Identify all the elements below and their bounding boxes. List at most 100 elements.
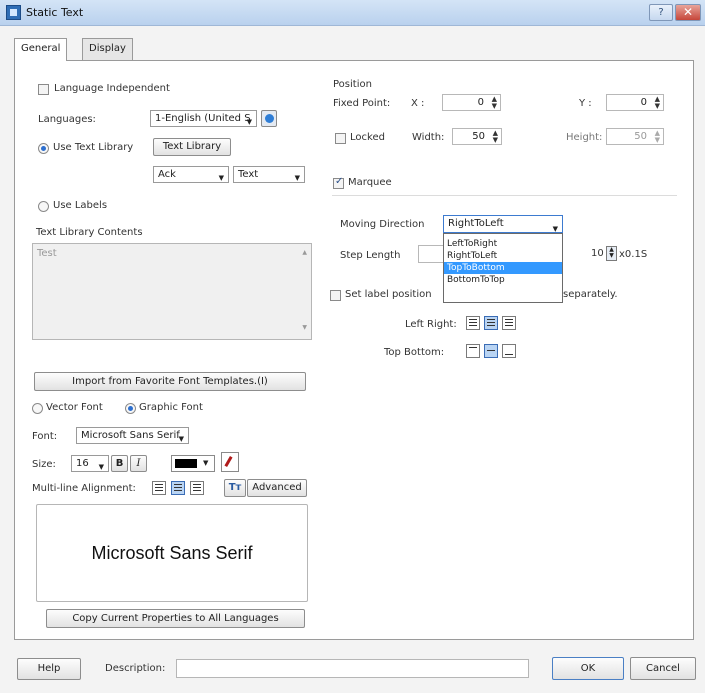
spin-arrows-icon[interactable]: ▲ ▼ bbox=[493, 130, 498, 144]
align-right-icon[interactable] bbox=[190, 481, 204, 495]
locked-checkbox[interactable] bbox=[335, 133, 346, 144]
direction-option-highlighted[interactable]: TopToBottom bbox=[444, 262, 562, 274]
graphic-font-label: Graphic Font bbox=[139, 402, 203, 413]
globe-button[interactable] bbox=[261, 110, 277, 127]
width-label: Width: bbox=[412, 132, 445, 143]
color-swatch bbox=[175, 459, 197, 468]
graphic-font-radio[interactable] bbox=[125, 403, 136, 414]
tab-display[interactable]: Display bbox=[82, 38, 133, 60]
direction-option[interactable]: LeftToRight bbox=[444, 238, 562, 250]
x-label: X : bbox=[411, 98, 425, 109]
align-center-icon[interactable] bbox=[171, 481, 185, 495]
top-bottom-label: Top Bottom: bbox=[384, 347, 445, 358]
tab-general[interactable]: General bbox=[14, 38, 68, 61]
chevron-down-icon: ▼ bbox=[246, 118, 252, 126]
color-pen-button[interactable] bbox=[221, 452, 239, 472]
text-library-button[interactable]: Text Library bbox=[153, 138, 231, 156]
moving-direction-label: Moving Direction bbox=[340, 219, 425, 230]
languages-label: Languages: bbox=[38, 114, 96, 125]
text-library-contents-box[interactable]: Test ▲ ▼ bbox=[32, 243, 312, 340]
x-spinbox[interactable]: 0 ▲ ▼ bbox=[442, 94, 501, 111]
text-library-contents-label: Text Library Contents bbox=[36, 227, 143, 238]
moving-direction-select[interactable]: RightToLeft ▼ bbox=[443, 215, 563, 233]
chevron-down-icon: ▼ bbox=[218, 174, 224, 182]
font-preview: Microsoft Sans Serif bbox=[36, 504, 308, 602]
vector-font-radio[interactable] bbox=[32, 403, 43, 414]
label-center-icon[interactable] bbox=[484, 316, 498, 330]
width-spinbox[interactable]: 50 ▲ ▼ bbox=[452, 128, 502, 145]
text-format-button[interactable]: Tт bbox=[224, 479, 246, 497]
advanced-button[interactable]: Advanced bbox=[247, 479, 307, 497]
align-left-icon[interactable] bbox=[152, 481, 166, 495]
library-combo-2-value: Text bbox=[238, 169, 259, 180]
moving-direction-value: RightToLeft bbox=[448, 218, 504, 229]
scroll-up-icon[interactable]: ▲ bbox=[302, 249, 307, 256]
marquee-label: Marquee bbox=[348, 177, 392, 188]
marquee-checkbox[interactable] bbox=[333, 176, 344, 189]
language-independent-checkbox[interactable] bbox=[38, 84, 49, 95]
description-input[interactable] bbox=[176, 659, 529, 678]
interval-value: 10 bbox=[591, 248, 604, 259]
spin-arrows-icon[interactable]: ▲ ▼ bbox=[655, 96, 660, 110]
cancel-button[interactable]: Cancel bbox=[630, 657, 696, 680]
window-title: Static Text bbox=[26, 6, 84, 19]
font-value: Microsoft Sans Serif bbox=[81, 430, 180, 441]
fixed-point-label: Fixed Point: bbox=[333, 98, 391, 109]
description-label: Description: bbox=[105, 663, 166, 674]
spin-arrows-icon[interactable]: ▲ ▼ bbox=[492, 96, 497, 110]
label-middle-icon[interactable] bbox=[484, 344, 498, 358]
preview-text: Microsoft Sans Serif bbox=[91, 543, 253, 563]
font-select[interactable]: Microsoft Sans Serif ▼ bbox=[76, 427, 189, 444]
ok-button[interactable]: OK bbox=[552, 657, 624, 680]
step-length-label: Step Length bbox=[340, 250, 401, 261]
width-value: 50 bbox=[472, 131, 485, 142]
globe-icon bbox=[265, 114, 274, 123]
label-left-icon[interactable] bbox=[466, 316, 480, 330]
help-icon[interactable]: ? bbox=[649, 4, 673, 21]
direction-option[interactable]: BottomToTop bbox=[444, 274, 562, 286]
label-bottom-icon[interactable] bbox=[502, 344, 516, 358]
left-right-label: Left Right: bbox=[405, 319, 457, 330]
spin-arrows-icon[interactable]: ▲ ▼ bbox=[606, 246, 617, 261]
close-icon[interactable]: ✕ bbox=[675, 4, 701, 21]
use-labels-radio[interactable] bbox=[38, 201, 49, 212]
interval-spinbox[interactable]: 10 ▲ ▼ bbox=[566, 245, 626, 263]
chevron-down-icon: ▼ bbox=[203, 459, 209, 467]
bold-button[interactable]: B bbox=[111, 455, 128, 472]
height-value: 50 bbox=[634, 131, 647, 142]
help-button[interactable]: Help bbox=[17, 658, 81, 680]
library-combo-1[interactable]: Ack ▼ bbox=[153, 166, 229, 183]
size-value: 16 bbox=[76, 458, 89, 469]
library-combo-2[interactable]: Text ▼ bbox=[233, 166, 305, 183]
label-right-icon[interactable] bbox=[502, 316, 516, 330]
direction-option[interactable]: RightToLeft bbox=[444, 250, 562, 262]
position-section-label: Position bbox=[333, 79, 372, 90]
languages-select[interactable]: 1-English (United S ▼ bbox=[150, 110, 257, 127]
font-label: Font: bbox=[32, 431, 58, 442]
moving-direction-dropdown[interactable]: LeftToRight RightToLeft TopToBottom Bott… bbox=[443, 233, 563, 303]
marquee-separator bbox=[332, 195, 677, 196]
y-value: 0 bbox=[640, 97, 647, 108]
y-spinbox[interactable]: 0 ▲ ▼ bbox=[606, 94, 664, 111]
app-icon bbox=[6, 5, 21, 20]
color-picker[interactable]: ▼ bbox=[171, 455, 215, 472]
use-text-library-label: Use Text Library bbox=[53, 142, 134, 153]
scroll-down-icon[interactable]: ▼ bbox=[302, 324, 307, 331]
italic-button[interactable]: I bbox=[130, 455, 147, 472]
pen-icon bbox=[224, 455, 233, 468]
import-font-templates-button[interactable]: Import from Favorite Font Templates.(I) bbox=[34, 372, 306, 391]
size-select[interactable]: 16 ▼ bbox=[71, 455, 109, 472]
title-bar bbox=[0, 0, 705, 26]
chevron-down-icon: ▼ bbox=[98, 463, 104, 471]
height-spinbox: 50 ▲ ▼ bbox=[606, 128, 664, 145]
text-library-contents-value: Test bbox=[37, 248, 57, 259]
chevron-down-icon: ▼ bbox=[552, 225, 558, 233]
set-label-position-checkbox[interactable] bbox=[330, 290, 341, 301]
chevron-down-icon: ▼ bbox=[294, 174, 300, 182]
copy-properties-button[interactable]: Copy Current Properties to All Languages bbox=[46, 609, 305, 628]
use-labels-label: Use Labels bbox=[53, 200, 108, 211]
use-text-library-radio[interactable] bbox=[38, 143, 49, 154]
label-top-icon[interactable] bbox=[466, 344, 480, 358]
chevron-down-icon: ▼ bbox=[178, 435, 184, 443]
vector-font-label: Vector Font bbox=[46, 402, 103, 413]
